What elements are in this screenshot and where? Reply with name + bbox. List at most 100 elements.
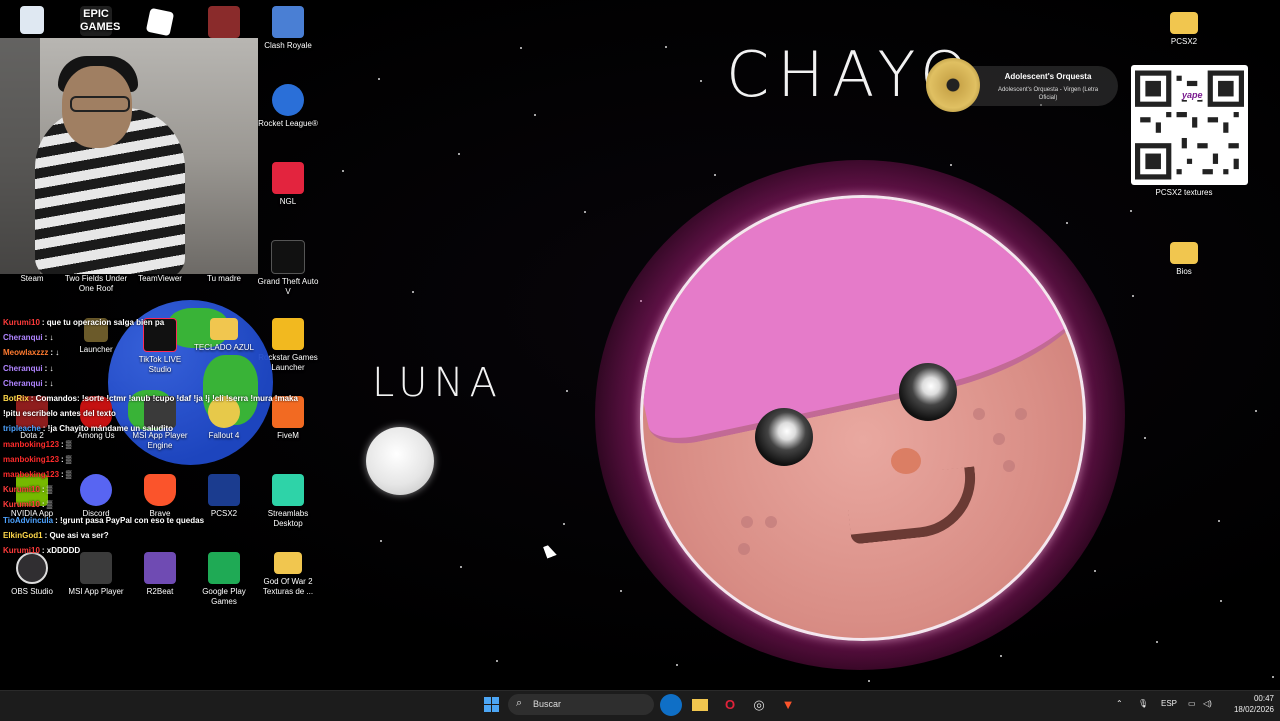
opera-taskbar-button[interactable]: O (719, 694, 741, 716)
recycle-bin[interactable] (0, 6, 64, 37)
planet-mouth (844, 466, 982, 545)
webcam-background-shadow (0, 38, 40, 274)
chat-text: : ▒ (41, 485, 53, 494)
language-indicator[interactable]: ESP (1161, 699, 1177, 708)
chat-message: BotRix: Comandos: !sorte !ctmr !anub !cu… (3, 394, 298, 403)
webcam-overlay (0, 38, 258, 274)
star (620, 590, 622, 592)
chat-text: !pitu escribelo antes del texto (3, 409, 116, 418)
roblox-icon (145, 7, 175, 37)
freckle (1003, 460, 1015, 472)
chat-message: manboking123: ▒ (3, 470, 72, 479)
chat-message: Meowlaxzzz: ↓ (3, 348, 59, 357)
star (1144, 437, 1146, 439)
folder-pcsx2[interactable]: PCSX2 (1152, 8, 1216, 47)
qr-code-pattern (1135, 70, 1244, 180)
freckle (741, 516, 753, 528)
rocket-league[interactable]: Rocket League® (256, 84, 320, 129)
folder-bios[interactable]: Bios (1152, 242, 1216, 277)
game-app[interactable] (192, 6, 256, 41)
chat-text: : !grunt pasa PayPal con eso te quedas (55, 516, 205, 525)
r2beat[interactable]: R2Beat (128, 552, 192, 597)
chat-message: Cheranqui: ↓ (3, 333, 53, 342)
star (676, 664, 678, 666)
windows-logo-icon (484, 697, 491, 704)
streamlabs[interactable]: Streamlabs Desktop (256, 474, 320, 529)
freckle (993, 433, 1005, 445)
chat-text: : que tu operacion salga bien pa (41, 318, 165, 327)
star (1000, 655, 1002, 657)
teclado-azul-folder[interactable]: TECLADO AZUL (192, 318, 256, 353)
gta-v[interactable]: Grand Theft Auto V (256, 240, 320, 297)
freckle (738, 543, 750, 555)
chat-username: Meowlaxzzz (3, 348, 49, 357)
tray-overflow-chevron-icon[interactable]: ⌃ (1116, 699, 1123, 708)
star (1218, 520, 1220, 522)
star (868, 680, 870, 682)
file-explorer-taskbar-button[interactable] (689, 694, 711, 716)
google-play-icon (208, 552, 240, 584)
discord-icon (80, 474, 112, 506)
teamviewer[interactable]: TeamViewer (128, 274, 192, 284)
star (496, 660, 498, 662)
clock-date[interactable]: 18/02/2026 (1220, 705, 1274, 714)
network-icon[interactable]: ▭ (1188, 699, 1196, 708)
folder-icon (1170, 12, 1198, 34)
chat-text: : ↓ (50, 348, 60, 357)
folder-icon (274, 552, 302, 574)
star (665, 46, 667, 48)
chat-username: Kurumi10 (3, 318, 40, 327)
brave-taskbar-button[interactable]: ▼ (777, 694, 799, 716)
moon-label: LUNA (372, 360, 503, 406)
folder-pcsx2-textures[interactable]: PCSX2 textures (1152, 188, 1216, 198)
discord[interactable]: Discord (64, 474, 128, 519)
brave-icon (144, 474, 176, 506)
moon-drawing (366, 427, 434, 495)
yape-logo: yape (1179, 90, 1206, 100)
clash-royale[interactable]: Clash Royale (256, 6, 320, 51)
tu-madre[interactable]: Tu madre (192, 274, 256, 284)
edge-taskbar-button[interactable] (660, 694, 682, 716)
obs-taskbar-button[interactable]: ◎ (748, 694, 770, 716)
chat-text: : xDDDDD (41, 546, 81, 555)
google-play-games[interactable]: Google Play Games (192, 552, 256, 607)
brave-browser[interactable]: Brave (128, 474, 192, 519)
two-fields-under-one-roof[interactable]: Two Fields Under One Roof (64, 274, 128, 294)
taskbar-search-placeholder: Buscar (533, 699, 562, 709)
chat-text: : Comandos: !sorte !ctmr !anub !cupo !da… (30, 394, 298, 403)
qr-code (1131, 65, 1248, 185)
epic-games-launcher[interactable]: EPIC GAMES (64, 6, 128, 39)
star (460, 566, 462, 568)
pcsx2-app[interactable]: PCSX2 (192, 474, 256, 519)
chat-message: Cheranqui: ↓ (3, 379, 53, 388)
pcsx2-icon (208, 474, 240, 506)
chat-username: Kurumi10 (3, 485, 40, 494)
chat-username: manboking123 (3, 440, 60, 449)
star (566, 390, 568, 392)
star (412, 291, 414, 293)
search-icon: ⌕ (516, 697, 523, 709)
volume-icon[interactable]: ◁) (1203, 699, 1212, 708)
streamlabs-icon (272, 474, 304, 506)
clock-time[interactable]: 00:47 (1236, 694, 1274, 703)
taskbar-search-box[interactable] (508, 694, 654, 715)
star (714, 174, 716, 176)
chat-username: TioAdvincula (3, 516, 54, 525)
microphone-icon[interactable]: 🎙 (1138, 699, 1148, 708)
star (950, 164, 952, 166)
msi-app-player[interactable]: MSI App Player (64, 552, 128, 597)
ngl-app[interactable]: NGL (256, 162, 320, 207)
obs-studio[interactable]: OBS Studio (0, 552, 64, 597)
star (380, 540, 382, 542)
star (1132, 295, 1134, 297)
roblox-app[interactable] (128, 6, 192, 37)
steam[interactable]: Steam (0, 274, 64, 284)
planet-drawing (640, 195, 1086, 641)
freckle (1015, 408, 1027, 420)
god-of-war-folder[interactable]: God Of War 2 Texturas de ... (256, 552, 320, 597)
recycle-bin-icon (20, 6, 44, 34)
nvidia-app[interactable]: NVIDIA App (0, 474, 64, 519)
mouse-cursor-icon (543, 543, 557, 559)
star (458, 153, 460, 155)
start-button[interactable] (484, 697, 500, 713)
